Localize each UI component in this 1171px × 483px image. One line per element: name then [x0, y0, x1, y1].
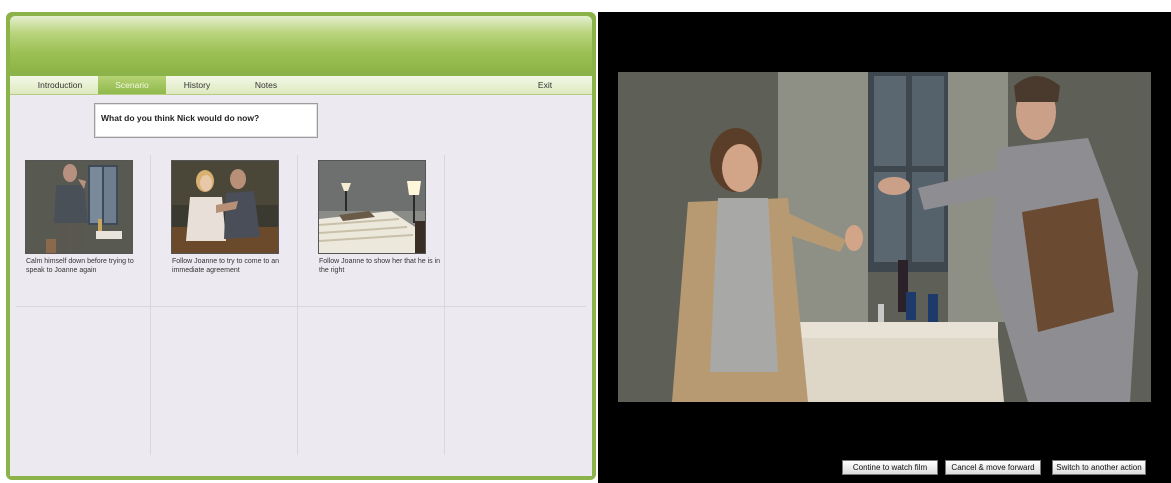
argument-in-dining-room-video[interactable]	[618, 72, 1151, 402]
tab-history[interactable]: History	[166, 76, 228, 94]
continue-watching-button[interactable]: Contine to watch film	[842, 460, 938, 475]
grid-divider	[16, 306, 586, 307]
tab-introduction[interactable]: Introduction	[22, 76, 98, 94]
content-area: What do you think Nick would do now? Cal…	[10, 95, 592, 476]
cancel-move-forward-button[interactable]: Cancel & move forward	[945, 460, 1041, 475]
tab-notes[interactable]: Notes	[235, 76, 297, 94]
question-box: What do you think Nick would do now?	[94, 103, 318, 138]
exit-button[interactable]: Exit	[525, 76, 565, 94]
option-immediate-agreement[interactable]: Follow Joanne to try to come to an immed…	[171, 160, 301, 290]
option-caption: Follow Joanne to try to come to an immed…	[172, 258, 279, 274]
tab-bar: Introduction Scenario History Notes Exit	[10, 76, 592, 95]
video-player: Contine to watch film Cancel & move forw…	[598, 12, 1171, 483]
scenario-panel: Introduction Scenario History Notes Exit…	[6, 12, 596, 480]
couple-on-bed-thumbnail	[171, 160, 279, 254]
option-show-in-right[interactable]: Follow Joanne to show her that he is in …	[318, 160, 448, 290]
man-at-window-thumbnail	[25, 160, 133, 254]
tab-scenario[interactable]: Scenario	[98, 76, 166, 94]
option-calm-down[interactable]: Calm himself down before trying to speak…	[25, 160, 155, 290]
switch-action-button[interactable]: Switch to another action	[1052, 460, 1146, 475]
empty-bedroom-thumbnail	[318, 160, 426, 254]
header-banner	[10, 16, 592, 72]
option-caption: Calm himself down before trying to speak…	[26, 258, 134, 274]
option-caption: Follow Joanne to show her that he is in …	[319, 258, 441, 274]
question-text: What do you think Nick would do now?	[101, 113, 260, 123]
